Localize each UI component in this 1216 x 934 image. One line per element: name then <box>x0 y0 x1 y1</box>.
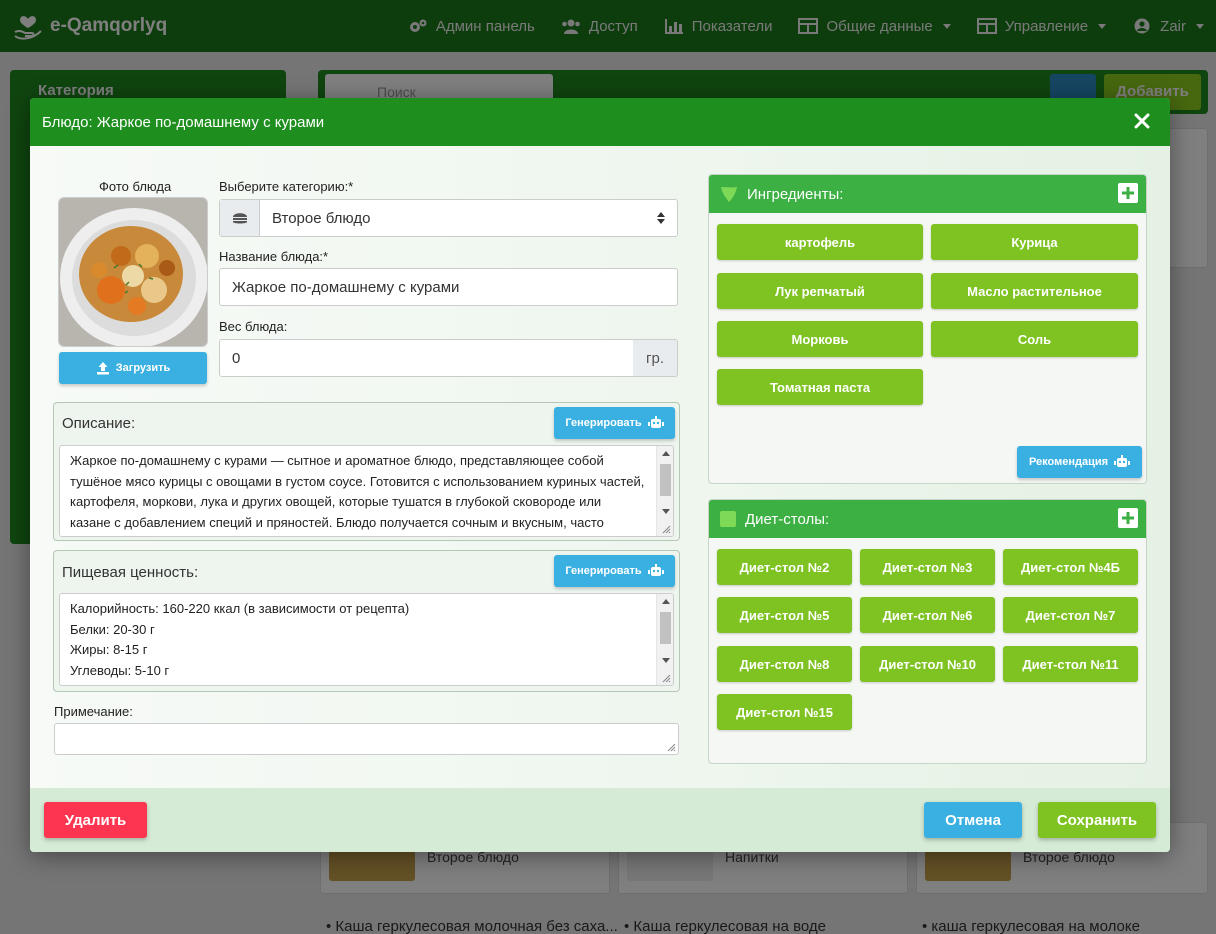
category-label: Выберите категорию:* <box>219 179 354 194</box>
dish-edit-modal: Блюдо: Жаркое по-домашнему с курами Фото… <box>30 98 1170 852</box>
category-select[interactable]: Второе блюдо <box>219 199 678 237</box>
description-scrollbar[interactable] <box>656 446 673 536</box>
category-value: Второе блюдо <box>272 210 371 227</box>
add-diet-icon[interactable] <box>1118 508 1138 528</box>
description-label: Описание: <box>62 415 136 432</box>
nutrition-line: Белки: 20-30 г <box>70 621 155 637</box>
close-icon[interactable] <box>1132 111 1152 131</box>
generate-description-button[interactable]: Генерировать <box>554 407 675 439</box>
diet-chip[interactable]: Диет-стол №3 <box>860 549 995 585</box>
upload-label: Загрузить <box>115 362 171 374</box>
upload-button[interactable]: Загрузить <box>59 352 207 384</box>
nutrition-label: Пищевая ценность: <box>62 564 199 581</box>
resize-grip-icon[interactable] <box>661 673 671 683</box>
ingredients-panel: Ингредиенты: картофель Курица Лук репчат… <box>708 174 1147 484</box>
dish-photo <box>58 197 208 347</box>
robot-icon <box>1114 455 1131 467</box>
nutrition-line: Калорийность: 160-220 ккал (в зависимост… <box>70 601 410 616</box>
diet-tables-title: Диет-столы: <box>745 510 830 528</box>
robot-icon <box>647 564 664 576</box>
diet-chip[interactable]: Диет-стол №2 <box>717 549 852 585</box>
nutrition-line: Углеводы: 5-10 г <box>70 662 170 678</box>
ingredients-title: Ингредиенты: <box>747 185 844 203</box>
ingredients-header: Ингредиенты: <box>709 175 1146 213</box>
ingredient-chip[interactable]: Масло растительное <box>931 273 1138 309</box>
diet-square-icon <box>720 511 736 527</box>
diet-tables-panel: Диет-столы: Диет-стол №2 Диет-стол №3 Ди… <box>708 499 1147 764</box>
recommend-button[interactable]: Рекомендация <box>1017 446 1142 478</box>
diet-chip[interactable]: Диет-стол №15 <box>717 694 852 730</box>
diet-chip[interactable]: Диет-стол №5 <box>717 597 852 633</box>
select-arrows-icon <box>657 212 665 224</box>
cancel-button[interactable]: Отмена <box>924 802 1022 838</box>
diet-chip[interactable]: Диет-стол №4Б <box>1003 549 1138 585</box>
burger-icon <box>232 213 247 224</box>
resize-grip-icon[interactable] <box>661 524 671 534</box>
nutrition-textarea[interactable]: Калорийность: 160-220 ккал (в зависимост… <box>59 593 674 686</box>
description-textarea[interactable]: Жаркое по-домашнему с курами — сытное и … <box>59 445 674 537</box>
diet-chip[interactable]: Диет-стол №11 <box>1003 646 1138 682</box>
scroll-down-icon <box>662 509 670 514</box>
scrollbar-thumb[interactable] <box>660 464 671 496</box>
category-addon <box>220 200 260 236</box>
scroll-up-icon <box>662 599 670 604</box>
ingredient-chip[interactable]: Лук репчатый <box>717 273 923 309</box>
diet-chip[interactable]: Диет-стол №10 <box>860 646 995 682</box>
note-label: Примечание: <box>54 704 133 719</box>
weight-label: Вес блюда: <box>219 319 288 334</box>
nutrition-group: Пищевая ценность: Генерировать Калорийно… <box>53 550 680 692</box>
generate-nutrition-button[interactable]: Генерировать <box>554 555 675 587</box>
photo-label: Фото блюда <box>99 179 172 194</box>
ingredient-chip[interactable]: Томатная паста <box>717 369 923 405</box>
note-textarea[interactable] <box>54 723 679 755</box>
save-button[interactable]: Сохранить <box>1038 802 1156 838</box>
add-ingredient-icon[interactable] <box>1118 183 1138 203</box>
leaf-icon <box>721 187 737 202</box>
diet-chip[interactable]: Диет-стол №7 <box>1003 597 1138 633</box>
generate-label: Генерировать <box>565 417 642 429</box>
name-label: Название блюда:* <box>219 249 329 264</box>
diet-tables-header: Диет-столы: <box>709 500 1146 538</box>
description-group: Описание: Генерировать Жаркое по-домашне… <box>53 402 680 541</box>
upload-icon <box>96 362 109 375</box>
robot-icon <box>647 416 664 428</box>
ingredient-chip[interactable]: Морковь <box>717 321 923 357</box>
weight-input[interactable]: 0 <box>219 339 634 377</box>
diet-chip[interactable]: Диет-стол №8 <box>717 646 852 682</box>
ingredient-chip[interactable]: Курица <box>931 224 1138 260</box>
delete-button[interactable]: Удалить <box>44 802 147 838</box>
recommend-label: Рекомендация <box>1028 456 1109 468</box>
weight-value: 0 <box>232 349 241 367</box>
generate-label: Генерировать <box>565 565 642 577</box>
scroll-down-icon <box>662 658 670 663</box>
name-value: Жаркое по-домашнему с курами <box>232 278 460 296</box>
description-text: Жаркое по-домашнему с курами — сытное и … <box>70 453 645 536</box>
nutrition-scrollbar[interactable] <box>656 594 673 685</box>
modal-header: Блюдо: Жаркое по-домашнему с курами <box>30 98 1170 146</box>
dish-photo-image <box>59 198 207 346</box>
ingredient-chip[interactable]: Соль <box>931 321 1138 357</box>
ingredient-chip[interactable]: картофель <box>717 224 923 260</box>
scrollbar-thumb[interactable] <box>660 612 671 644</box>
weight-unit: гр. <box>633 339 678 377</box>
modal-title: Блюдо: Жаркое по-домашнему с курами <box>42 114 325 131</box>
resize-grip-icon[interactable] <box>666 742 676 752</box>
scroll-up-icon <box>662 451 670 456</box>
name-input[interactable]: Жаркое по-домашнему с курами <box>219 268 678 306</box>
diet-chip[interactable]: Диет-стол №6 <box>860 597 995 633</box>
nutrition-line: Жиры: 8-15 г <box>70 642 148 657</box>
